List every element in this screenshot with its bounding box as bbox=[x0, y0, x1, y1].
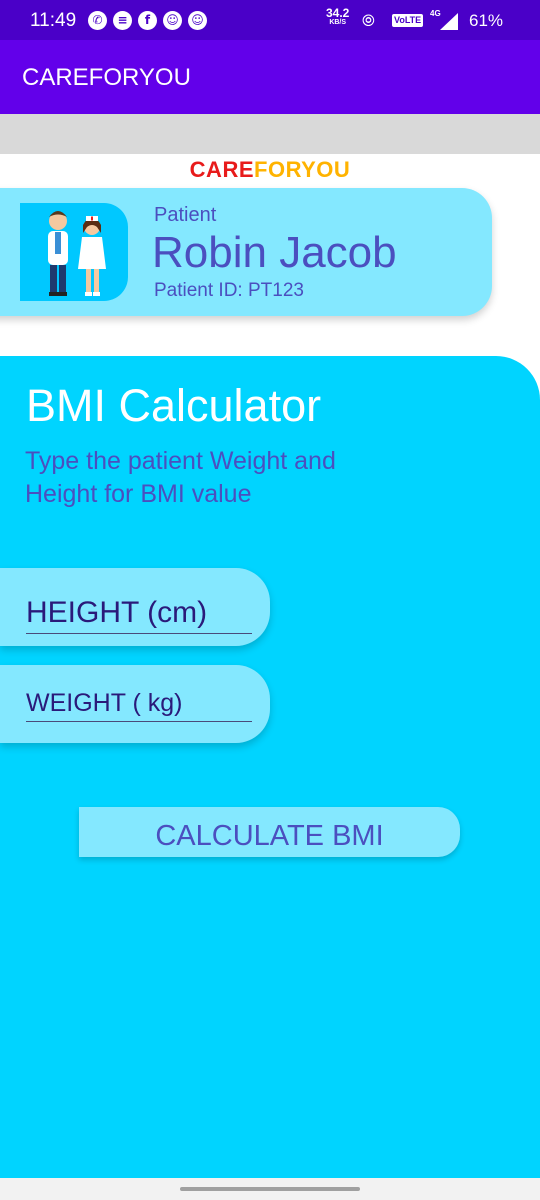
home-gesture-handle[interactable] bbox=[180, 1187, 360, 1191]
calculate-bmi-button[interactable]: CALCULATE BMI bbox=[79, 807, 460, 857]
bmi-title: BMI Calculator bbox=[26, 380, 322, 431]
volte-badge: VoLTE bbox=[392, 14, 424, 27]
bmi-subtitle: Type the patient Weight and Height for B… bbox=[25, 447, 336, 508]
patient-label: Patient bbox=[154, 204, 217, 226]
patient-name: Robin Jacob bbox=[152, 228, 397, 277]
snapchat-icon: ☺ bbox=[188, 11, 207, 30]
status-time: 11:49 bbox=[30, 10, 77, 31]
net-speed-value: 34.2 bbox=[326, 6, 350, 20]
snapchat-icon: ☺ bbox=[163, 11, 182, 30]
whatsapp-icon: ✆ bbox=[88, 11, 107, 30]
facebook-icon: f bbox=[138, 11, 157, 30]
weight-field[interactable]: WEIGHT ( kg) bbox=[0, 665, 270, 743]
height-field[interactable]: HEIGHT (cm) bbox=[0, 568, 270, 646]
status-bar: 11:49 ✆ ≡ f ☺ ☺ 34.2 KB/S ⦾ VoLTE 4G 61% bbox=[0, 0, 540, 40]
net-speed: 34.2 KB/S bbox=[326, 6, 350, 28]
height-input[interactable]: HEIGHT (cm) bbox=[26, 596, 207, 630]
app-bar: CAREFORYOU bbox=[0, 40, 540, 114]
app-title: CAREFORYOU bbox=[22, 64, 191, 91]
hotspot-icon: ⦾ bbox=[362, 11, 375, 30]
divider-strip bbox=[0, 114, 540, 154]
signal-icon bbox=[440, 13, 458, 30]
net-speed-unit: KB/S bbox=[329, 19, 347, 26]
messages-icon: ≡ bbox=[113, 11, 132, 30]
weight-input[interactable]: WEIGHT ( kg) bbox=[26, 689, 182, 718]
logo-part-care: CARE bbox=[189, 157, 255, 182]
height-underline bbox=[26, 633, 252, 634]
weight-underline bbox=[26, 721, 252, 722]
notification-icons: ✆ ≡ f ☺ ☺ bbox=[88, 11, 207, 30]
brand-logo: CAREFORYOU bbox=[0, 157, 540, 183]
doctors-illustration-icon bbox=[48, 211, 106, 296]
logo-part-foryou: FORYOU bbox=[254, 157, 351, 182]
patient-id: Patient ID: PT123 bbox=[154, 280, 304, 301]
battery-percent: 61% bbox=[469, 11, 504, 30]
